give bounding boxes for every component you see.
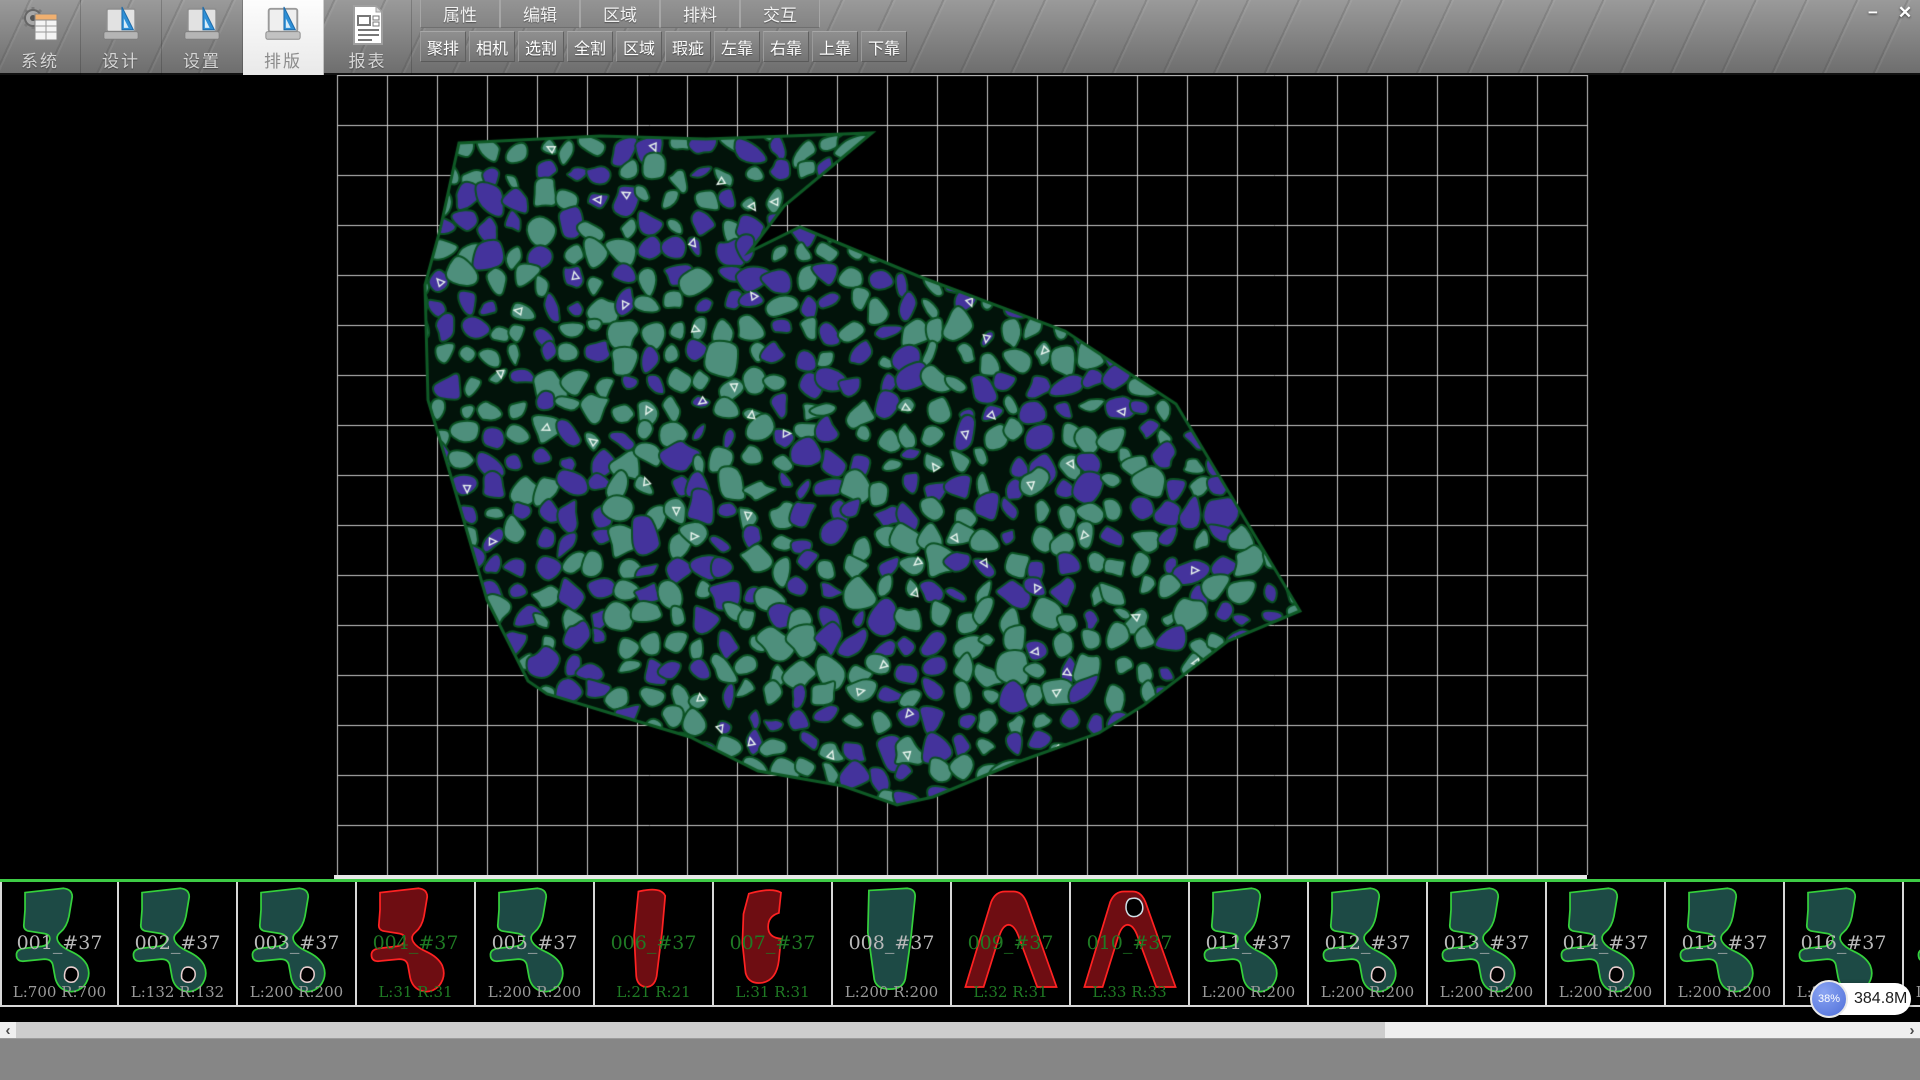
tab-design-label: 设计: [102, 47, 140, 72]
scrollbar-thumb[interactable]: [16, 1022, 1385, 1038]
piece-name: 012_#37: [1309, 932, 1426, 954]
piece-lr-count: L:31 R:31: [714, 983, 831, 1001]
piece-name: 003_#37: [238, 932, 355, 954]
piece-lr-count: L:31 R:31: [357, 983, 474, 1001]
titlebar: 系统 设计: [0, 0, 1920, 75]
piece-lr-count: L:200 R:200: [833, 983, 950, 1001]
piece-name: 013_#37: [1428, 932, 1545, 954]
thumbnail-cell[interactable]: 015_#37 L:200 R:200: [1666, 882, 1785, 1005]
piece-name: 009_#37: [952, 932, 1069, 954]
tool-align-right[interactable]: 右靠: [763, 31, 809, 62]
piece-name: 017_#37: [1904, 932, 1920, 954]
memory-amount-label: 384.8M: [1854, 983, 1907, 1015]
minimize-button[interactable]: −: [1862, 3, 1884, 23]
close-button[interactable]: ✕: [1894, 3, 1916, 23]
horizontal-scrollbar[interactable]: ‹ ›: [0, 1022, 1920, 1038]
tool-select-cut[interactable]: 选割: [518, 31, 564, 62]
piece-lr-count: L:200 R:200: [1666, 983, 1783, 1001]
system-gear-icon: [20, 3, 60, 47]
piece-lr-count: L:32 R:31: [952, 983, 1069, 1001]
menu-tab-bar: 属性 编辑 区域 排料 交互: [420, 0, 820, 28]
menu-tab-nest[interactable]: 排料: [660, 0, 740, 28]
piece-lr-count: L:200 R:200: [476, 983, 593, 1001]
tool-align-bottom[interactable]: 下靠: [861, 31, 907, 62]
window-controls: − ✕: [1862, 3, 1916, 23]
lower-gap: [0, 1009, 1920, 1022]
thumbnail-cell[interactable]: 012_#37 L:200 R:200: [1309, 882, 1428, 1005]
tab-report-label: 报表: [349, 47, 387, 72]
thumbnail-cell[interactable]: 013_#37 L:200 R:200: [1428, 882, 1547, 1005]
scroll-right-arrow-icon[interactable]: ›: [1904, 1022, 1920, 1038]
thumbnail-cell[interactable]: 006_#37 L:21 R:21: [595, 882, 714, 1005]
tab-settings[interactable]: 设置: [162, 0, 243, 75]
workspace: [0, 75, 1920, 875]
scroll-left-arrow-icon[interactable]: ‹: [0, 1022, 16, 1038]
report-document-icon: [348, 3, 388, 47]
thumbnail-cell[interactable]: 003_#37 L:200 R:200: [238, 882, 357, 1005]
piece-lr-count: L:200 R:200: [1547, 983, 1664, 1001]
piece-name: 010_#37: [1071, 932, 1188, 954]
thumbnail-cell[interactable]: 011_#37 L:200 R:200: [1190, 882, 1309, 1005]
piece-name: 005_#37: [476, 932, 593, 954]
settings-ruler-icon: [182, 3, 222, 47]
application-window: 系统 设计: [0, 0, 1920, 1080]
design-ruler-icon: [101, 3, 141, 47]
memory-status-badge[interactable]: 38% 384.8M: [1812, 983, 1911, 1015]
memory-percent-circle: 38%: [1810, 980, 1848, 1018]
tab-system[interactable]: 系统: [0, 0, 81, 75]
piece-lr-count: L:200 R:200: [238, 983, 355, 1001]
piece-name: 015_#37: [1666, 932, 1783, 954]
thumbnail-cell[interactable]: 005_#37 L:200 R:200: [476, 882, 595, 1005]
app-tab-bar: 系统 设计: [0, 0, 412, 75]
footer-bar: [0, 1038, 1920, 1080]
piece-lr-count: L:200 R:200: [1428, 983, 1545, 1001]
piece-lr-count: L:200 R:200: [1309, 983, 1426, 1001]
piece-lr-count: L:21 R:21: [595, 983, 712, 1001]
thumbnail-cell[interactable]: 004_#37 L:31 R:31: [357, 882, 476, 1005]
piece-name: 016_#37: [1785, 932, 1902, 954]
tab-report[interactable]: 报表: [324, 0, 412, 75]
piece-name: 006_#37: [595, 932, 712, 954]
thumbnail-cell[interactable]: 008_#37 L:200 R:200: [833, 882, 952, 1005]
nesting-canvas[interactable]: [0, 75, 1920, 875]
piece-name: 007_#37: [714, 932, 831, 954]
tool-cut-all[interactable]: 全割: [567, 31, 613, 62]
tool-align-top[interactable]: 上靠: [812, 31, 858, 62]
piece-lr-count: L:132 R:132: [119, 983, 236, 1001]
tool-cluster-nest[interactable]: 聚排: [420, 31, 466, 62]
piece-name: 011_#37: [1190, 932, 1307, 954]
menu-tab-interact[interactable]: 交互: [740, 0, 820, 28]
tool-defect[interactable]: 瑕疵: [665, 31, 711, 62]
nesting-ruler-icon: [263, 3, 303, 47]
tab-nesting[interactable]: 排版: [243, 0, 324, 75]
tab-design[interactable]: 设计: [81, 0, 162, 75]
thumbnail-cell[interactable]: 014_#37 L:200 R:200: [1547, 882, 1666, 1005]
piece-name: 001_#37: [2, 932, 117, 954]
tool-region[interactable]: 区域: [616, 31, 662, 62]
piece-lr-count: L:33 R:33: [1071, 983, 1188, 1001]
piece-name: 002_#37: [119, 932, 236, 954]
piece-name: 004_#37: [357, 932, 474, 954]
tab-settings-label: 设置: [183, 47, 221, 72]
thumbnail-cell[interactable]: 007_#37 L:31 R:31: [714, 882, 833, 1005]
thumbnail-cell[interactable]: 009_#37 L:32 R:31: [952, 882, 1071, 1005]
piece-thumbnail-strip: 001_#37 L:700 R:700 002_#37 L:132 R:132 …: [0, 882, 1920, 1007]
tool-camera[interactable]: 相机: [469, 31, 515, 62]
tool-align-left[interactable]: 左靠: [714, 31, 760, 62]
menu-tab-region[interactable]: 区域: [580, 0, 660, 28]
piece-lr-count: L:700 R:700: [2, 983, 117, 1001]
thumbnail-cell[interactable]: 002_#37 L:132 R:132: [119, 882, 238, 1005]
menu-tab-properties[interactable]: 属性: [420, 0, 500, 28]
thumbnail-cell[interactable]: 001_#37 L:700 R:700: [0, 882, 119, 1005]
tool-button-bar: 聚排 相机 选割 全割 区域 瑕疵 左靠 右靠 上靠 下靠: [420, 31, 907, 62]
piece-lr-count: L:200 R:200: [1190, 983, 1307, 1001]
piece-name: 008_#37: [833, 932, 950, 954]
menu-tab-edit[interactable]: 编辑: [500, 0, 580, 28]
piece-name: 014_#37: [1547, 932, 1664, 954]
thumbnail-cell[interactable]: 010_#37 L:33 R:33: [1071, 882, 1190, 1005]
tab-nesting-label: 排版: [264, 47, 302, 72]
tab-system-label: 系统: [21, 47, 59, 72]
